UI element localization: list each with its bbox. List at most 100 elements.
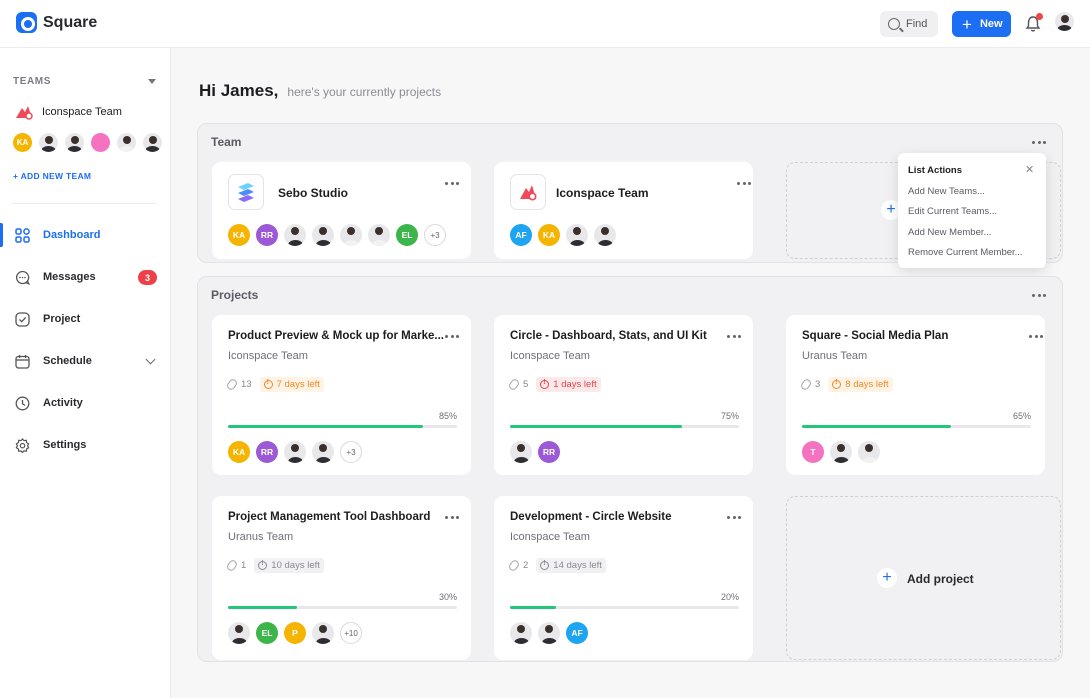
team-card[interactable]: Sebo Studio KA RR EL +3 bbox=[212, 162, 471, 259]
member-avatar[interactable]: KA bbox=[228, 441, 250, 463]
add-new-team-link[interactable]: + ADD NEW TEAM bbox=[13, 171, 91, 181]
progress-bar bbox=[228, 606, 457, 609]
nav-activity[interactable]: Activity bbox=[0, 382, 171, 424]
progress-bar-fill bbox=[802, 425, 951, 428]
more-icon[interactable] bbox=[445, 516, 459, 520]
more-icon[interactable] bbox=[1032, 294, 1046, 298]
project-card[interactable]: Project Management Tool Dashboard Uranus… bbox=[212, 496, 471, 660]
menu-item-remove-current-member[interactable]: Remove Current Member... bbox=[908, 247, 1023, 258]
attachment-count: 3 bbox=[815, 379, 821, 390]
member-avatar[interactable]: RR bbox=[538, 441, 560, 463]
member-avatar[interactable] bbox=[830, 441, 852, 463]
add-project-button[interactable]: + Add project bbox=[786, 496, 1061, 660]
project-card[interactable]: Square - Social Media Plan Uranus Team 3… bbox=[786, 315, 1045, 475]
progress-percent: 65% bbox=[1012, 411, 1031, 421]
plus-icon: + bbox=[962, 14, 972, 34]
checkbox-icon bbox=[14, 311, 30, 327]
more-members-badge[interactable]: +10 bbox=[340, 622, 362, 644]
paperclip-icon bbox=[799, 377, 813, 392]
nav-messages[interactable]: Messages 3 bbox=[0, 256, 171, 298]
more-icon[interactable] bbox=[1029, 335, 1043, 339]
member-avatar[interactable]: AF bbox=[566, 622, 588, 644]
nav-project[interactable]: Project bbox=[0, 298, 171, 340]
sidebar: TEAMS Iconspace Team KA + ADD NEW TEAM D… bbox=[0, 48, 171, 698]
nav-dashboard[interactable]: Dashboard bbox=[0, 214, 171, 256]
more-icon[interactable] bbox=[1032, 141, 1046, 145]
project-members: KA RR +3 bbox=[228, 441, 362, 463]
user-avatar[interactable] bbox=[1055, 12, 1074, 31]
nav-schedule[interactable]: Schedule bbox=[0, 340, 171, 382]
current-team[interactable]: Iconspace Team bbox=[13, 102, 122, 122]
member-avatar[interactable] bbox=[594, 224, 616, 246]
member-avatar[interactable]: AF bbox=[510, 224, 532, 246]
project-card[interactable]: Product Preview & Mock up for Marke... I… bbox=[212, 315, 471, 475]
due-badge: 1 days left bbox=[536, 377, 601, 392]
nav-label: Dashboard bbox=[43, 229, 101, 241]
member-avatar[interactable] bbox=[228, 622, 250, 644]
project-meta: 13 7 days left bbox=[225, 377, 324, 392]
member-avatar[interactable] bbox=[143, 133, 162, 152]
member-avatar[interactable] bbox=[510, 441, 532, 463]
greeting-title: Hi James, bbox=[199, 81, 279, 100]
member-avatar[interactable]: KA bbox=[228, 224, 250, 246]
member-avatar[interactable] bbox=[65, 133, 84, 152]
menu-item-add-new-member[interactable]: Add New Member... bbox=[908, 227, 991, 238]
more-members-badge[interactable]: +3 bbox=[424, 224, 446, 246]
member-avatar[interactable] bbox=[368, 224, 390, 246]
member-avatar[interactable] bbox=[340, 224, 362, 246]
member-avatar[interactable]: KA bbox=[13, 133, 32, 152]
chevron-down-icon[interactable] bbox=[145, 354, 156, 365]
project-team: Iconspace Team bbox=[228, 350, 308, 362]
new-button[interactable]: + New bbox=[952, 11, 1011, 37]
list-actions-title: List Actions bbox=[908, 165, 963, 176]
member-avatar[interactable]: EL bbox=[396, 224, 418, 246]
member-avatar[interactable] bbox=[284, 224, 306, 246]
more-icon[interactable] bbox=[445, 335, 459, 339]
more-icon[interactable] bbox=[727, 516, 741, 520]
more-icon[interactable] bbox=[737, 182, 751, 186]
app-logo[interactable]: Square bbox=[16, 12, 97, 33]
member-avatar[interactable] bbox=[91, 133, 110, 152]
menu-item-add-new-teams[interactable]: Add New Teams... bbox=[908, 186, 985, 197]
member-avatar[interactable] bbox=[284, 441, 306, 463]
paperclip-icon bbox=[225, 377, 239, 392]
member-avatar[interactable] bbox=[39, 133, 58, 152]
alert-clock-icon bbox=[540, 379, 550, 389]
more-members-badge[interactable]: +3 bbox=[340, 441, 362, 463]
member-avatar[interactable] bbox=[312, 224, 334, 246]
member-avatar[interactable]: T bbox=[802, 441, 824, 463]
team-card[interactable]: Iconspace Team AF KA bbox=[494, 162, 753, 259]
iconspace-team-logo bbox=[510, 174, 546, 210]
due-label: 7 days left bbox=[276, 379, 320, 390]
alert-clock-icon bbox=[832, 379, 842, 389]
teams-dropdown-icon[interactable] bbox=[148, 79, 156, 84]
progress-bar bbox=[228, 425, 457, 428]
member-avatar[interactable] bbox=[858, 441, 880, 463]
member-avatar[interactable] bbox=[312, 441, 334, 463]
add-project-label: Add project bbox=[907, 572, 974, 586]
member-avatar[interactable]: EL bbox=[256, 622, 278, 644]
app-name: Square bbox=[43, 13, 98, 31]
project-card[interactable]: Circle - Dashboard, Stats, and UI Kit Ic… bbox=[494, 315, 753, 475]
find-button[interactable]: Find bbox=[880, 11, 938, 37]
chat-icon bbox=[14, 269, 30, 285]
nav-settings[interactable]: Settings bbox=[0, 424, 171, 466]
member-avatar[interactable] bbox=[566, 224, 588, 246]
close-icon[interactable]: ✕ bbox=[1025, 163, 1034, 176]
messages-badge: 3 bbox=[138, 270, 157, 285]
more-icon[interactable] bbox=[445, 182, 459, 186]
project-title: Development - Circle Website bbox=[510, 511, 672, 523]
member-avatar[interactable] bbox=[538, 622, 560, 644]
member-avatar[interactable]: KA bbox=[538, 224, 560, 246]
member-avatar[interactable]: RR bbox=[256, 224, 278, 246]
attachment-count: 2 bbox=[523, 560, 529, 571]
member-avatar[interactable] bbox=[117, 133, 136, 152]
member-avatar[interactable]: RR bbox=[256, 441, 278, 463]
member-avatar[interactable]: P bbox=[284, 622, 306, 644]
member-avatar[interactable] bbox=[510, 622, 532, 644]
more-icon[interactable] bbox=[727, 335, 741, 339]
paperclip-icon bbox=[507, 558, 521, 573]
member-avatar[interactable] bbox=[312, 622, 334, 644]
menu-item-edit-current-teams[interactable]: Edit Current Teams... bbox=[908, 206, 997, 217]
project-card[interactable]: Development - Circle Website Iconspace T… bbox=[494, 496, 753, 660]
